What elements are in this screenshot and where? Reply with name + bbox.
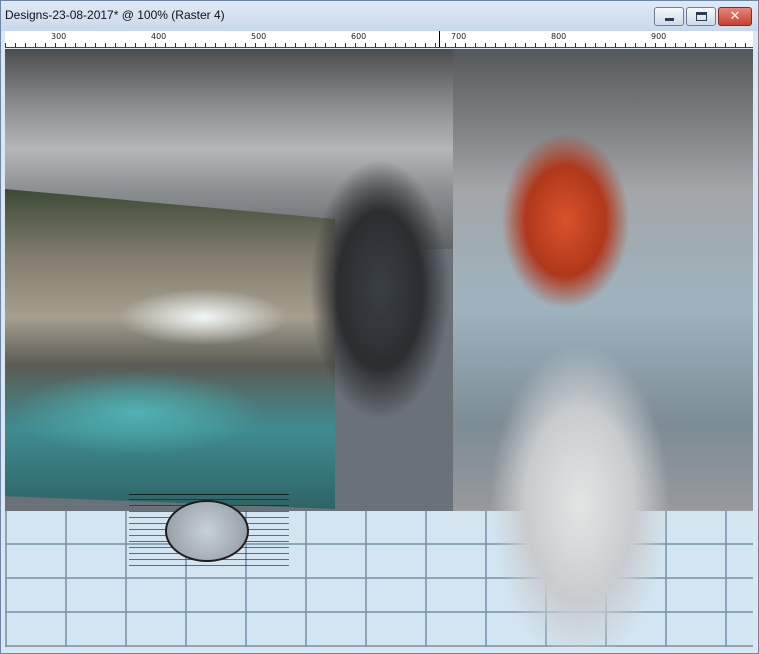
- ruler-tick: [435, 43, 436, 47]
- ruler-tick: [255, 43, 256, 47]
- ruler-tick: [595, 43, 596, 47]
- ruler-tick: [155, 43, 156, 47]
- ruler-tick: [425, 43, 426, 47]
- ruler-tick: [15, 43, 16, 47]
- window-title: Designs-23-08-2017* @ 100% (Raster 4): [5, 8, 225, 22]
- ruler-tick: [65, 43, 66, 47]
- ruler-tick: [445, 43, 446, 47]
- ruler-tick: [515, 43, 516, 47]
- ruler-tick: [315, 43, 316, 47]
- ruler-tick: [305, 43, 306, 47]
- ruler-tick: [235, 43, 236, 47]
- ruler-tick: [215, 43, 216, 47]
- red-haired-woman-figure: [435, 79, 725, 647]
- ruler-tick: [295, 43, 296, 47]
- ruler-tick: [535, 43, 536, 47]
- ruler-tick: [505, 43, 506, 47]
- horizontal-ruler[interactable]: 300 400 500 600 700 800 900: [5, 31, 753, 48]
- ruler-cursor-marker: [439, 31, 440, 47]
- ruler-tick: [525, 43, 526, 47]
- ruler-tick: [615, 43, 616, 47]
- ruler-tick: [285, 43, 286, 47]
- ruler-label-500: 500: [251, 32, 267, 41]
- waterfall-panel: [5, 189, 335, 509]
- image-canvas[interactable]: [5, 49, 753, 647]
- ruler-tick: [25, 43, 26, 47]
- ruler-tick: [35, 43, 36, 47]
- ruler-tick: [335, 43, 336, 47]
- ruler-tick: [725, 43, 726, 47]
- ruler-tick: [685, 43, 686, 47]
- ruler-tick: [145, 43, 146, 47]
- ruler-tick: [345, 43, 346, 47]
- ruler-tick: [365, 43, 366, 47]
- ruler-tick: [325, 43, 326, 47]
- ruler-tick: [115, 43, 116, 47]
- ruler-tick: [195, 43, 196, 47]
- ruler-tick: [545, 43, 546, 47]
- ruler-tick: [85, 43, 86, 47]
- ruler-tick: [735, 43, 736, 47]
- title-bar[interactable]: Designs-23-08-2017* @ 100% (Raster 4) ✕: [1, 1, 758, 31]
- ruler-tick: [165, 43, 166, 47]
- ruler-tick: [205, 43, 206, 47]
- ruler-tick: [715, 43, 716, 47]
- ruler-tick: [585, 43, 586, 47]
- ruler-label-900: 900: [651, 32, 667, 41]
- ruler-tick: [495, 43, 496, 47]
- ruler-tick: [95, 43, 96, 47]
- ruler-tick: [245, 43, 246, 47]
- ruler-tick: [575, 43, 576, 47]
- image-window: Designs-23-08-2017* @ 100% (Raster 4) ✕ …: [0, 0, 759, 654]
- ruler-tick: [665, 43, 666, 47]
- ruler-label-400: 400: [151, 32, 167, 41]
- ruler-tick: [135, 43, 136, 47]
- ruler-tick: [675, 43, 676, 47]
- ruler-tick: [55, 43, 56, 47]
- ruler-tick: [395, 43, 396, 47]
- ruler-tick: [635, 43, 636, 47]
- minimize-icon: [665, 18, 674, 21]
- ruler-tick: [645, 43, 646, 47]
- watermark-stripes: [129, 494, 289, 566]
- maximize-button[interactable]: [686, 7, 716, 26]
- ruler-tick: [5, 43, 6, 47]
- ruler-tick: [605, 43, 606, 47]
- ruler-label-600: 600: [351, 32, 367, 41]
- ruler-tick: [225, 43, 226, 47]
- ruler-tick: [455, 43, 456, 47]
- ruler-tick: [275, 43, 276, 47]
- ruler-tick: [465, 43, 466, 47]
- ruler-label-800: 800: [551, 32, 567, 41]
- ruler-tick: [175, 43, 176, 47]
- ruler-tick: [655, 43, 656, 47]
- ruler-label-700: 700: [451, 32, 467, 41]
- ruler-tick: [185, 43, 186, 47]
- ruler-tick: [405, 43, 406, 47]
- window-controls: ✕: [652, 7, 752, 26]
- ruler-tick: [745, 43, 746, 47]
- ruler-tick: [265, 43, 266, 47]
- ruler-tick: [375, 43, 376, 47]
- ruler-tick: [385, 43, 386, 47]
- ruler-tick: [625, 43, 626, 47]
- close-icon: ✕: [729, 9, 741, 24]
- ruler-tick: [75, 43, 76, 47]
- ruler-tick: [705, 43, 706, 47]
- claudia-logo-icon: [165, 500, 249, 562]
- ruler-tick: [565, 43, 566, 47]
- ruler-tick: [45, 43, 46, 47]
- ruler-tick: [125, 43, 126, 47]
- ruler-tick: [475, 43, 476, 47]
- minimize-button[interactable]: [654, 7, 684, 26]
- ruler-tick: [485, 43, 486, 47]
- ruler-tick: [555, 43, 556, 47]
- close-button[interactable]: ✕: [718, 7, 752, 26]
- ruler-tick: [695, 43, 696, 47]
- ruler-tick: [105, 43, 106, 47]
- ruler-tick: [415, 43, 416, 47]
- ruler-tick: [355, 43, 356, 47]
- ruler-label-300: 300: [51, 32, 67, 41]
- maximize-icon: [696, 12, 707, 21]
